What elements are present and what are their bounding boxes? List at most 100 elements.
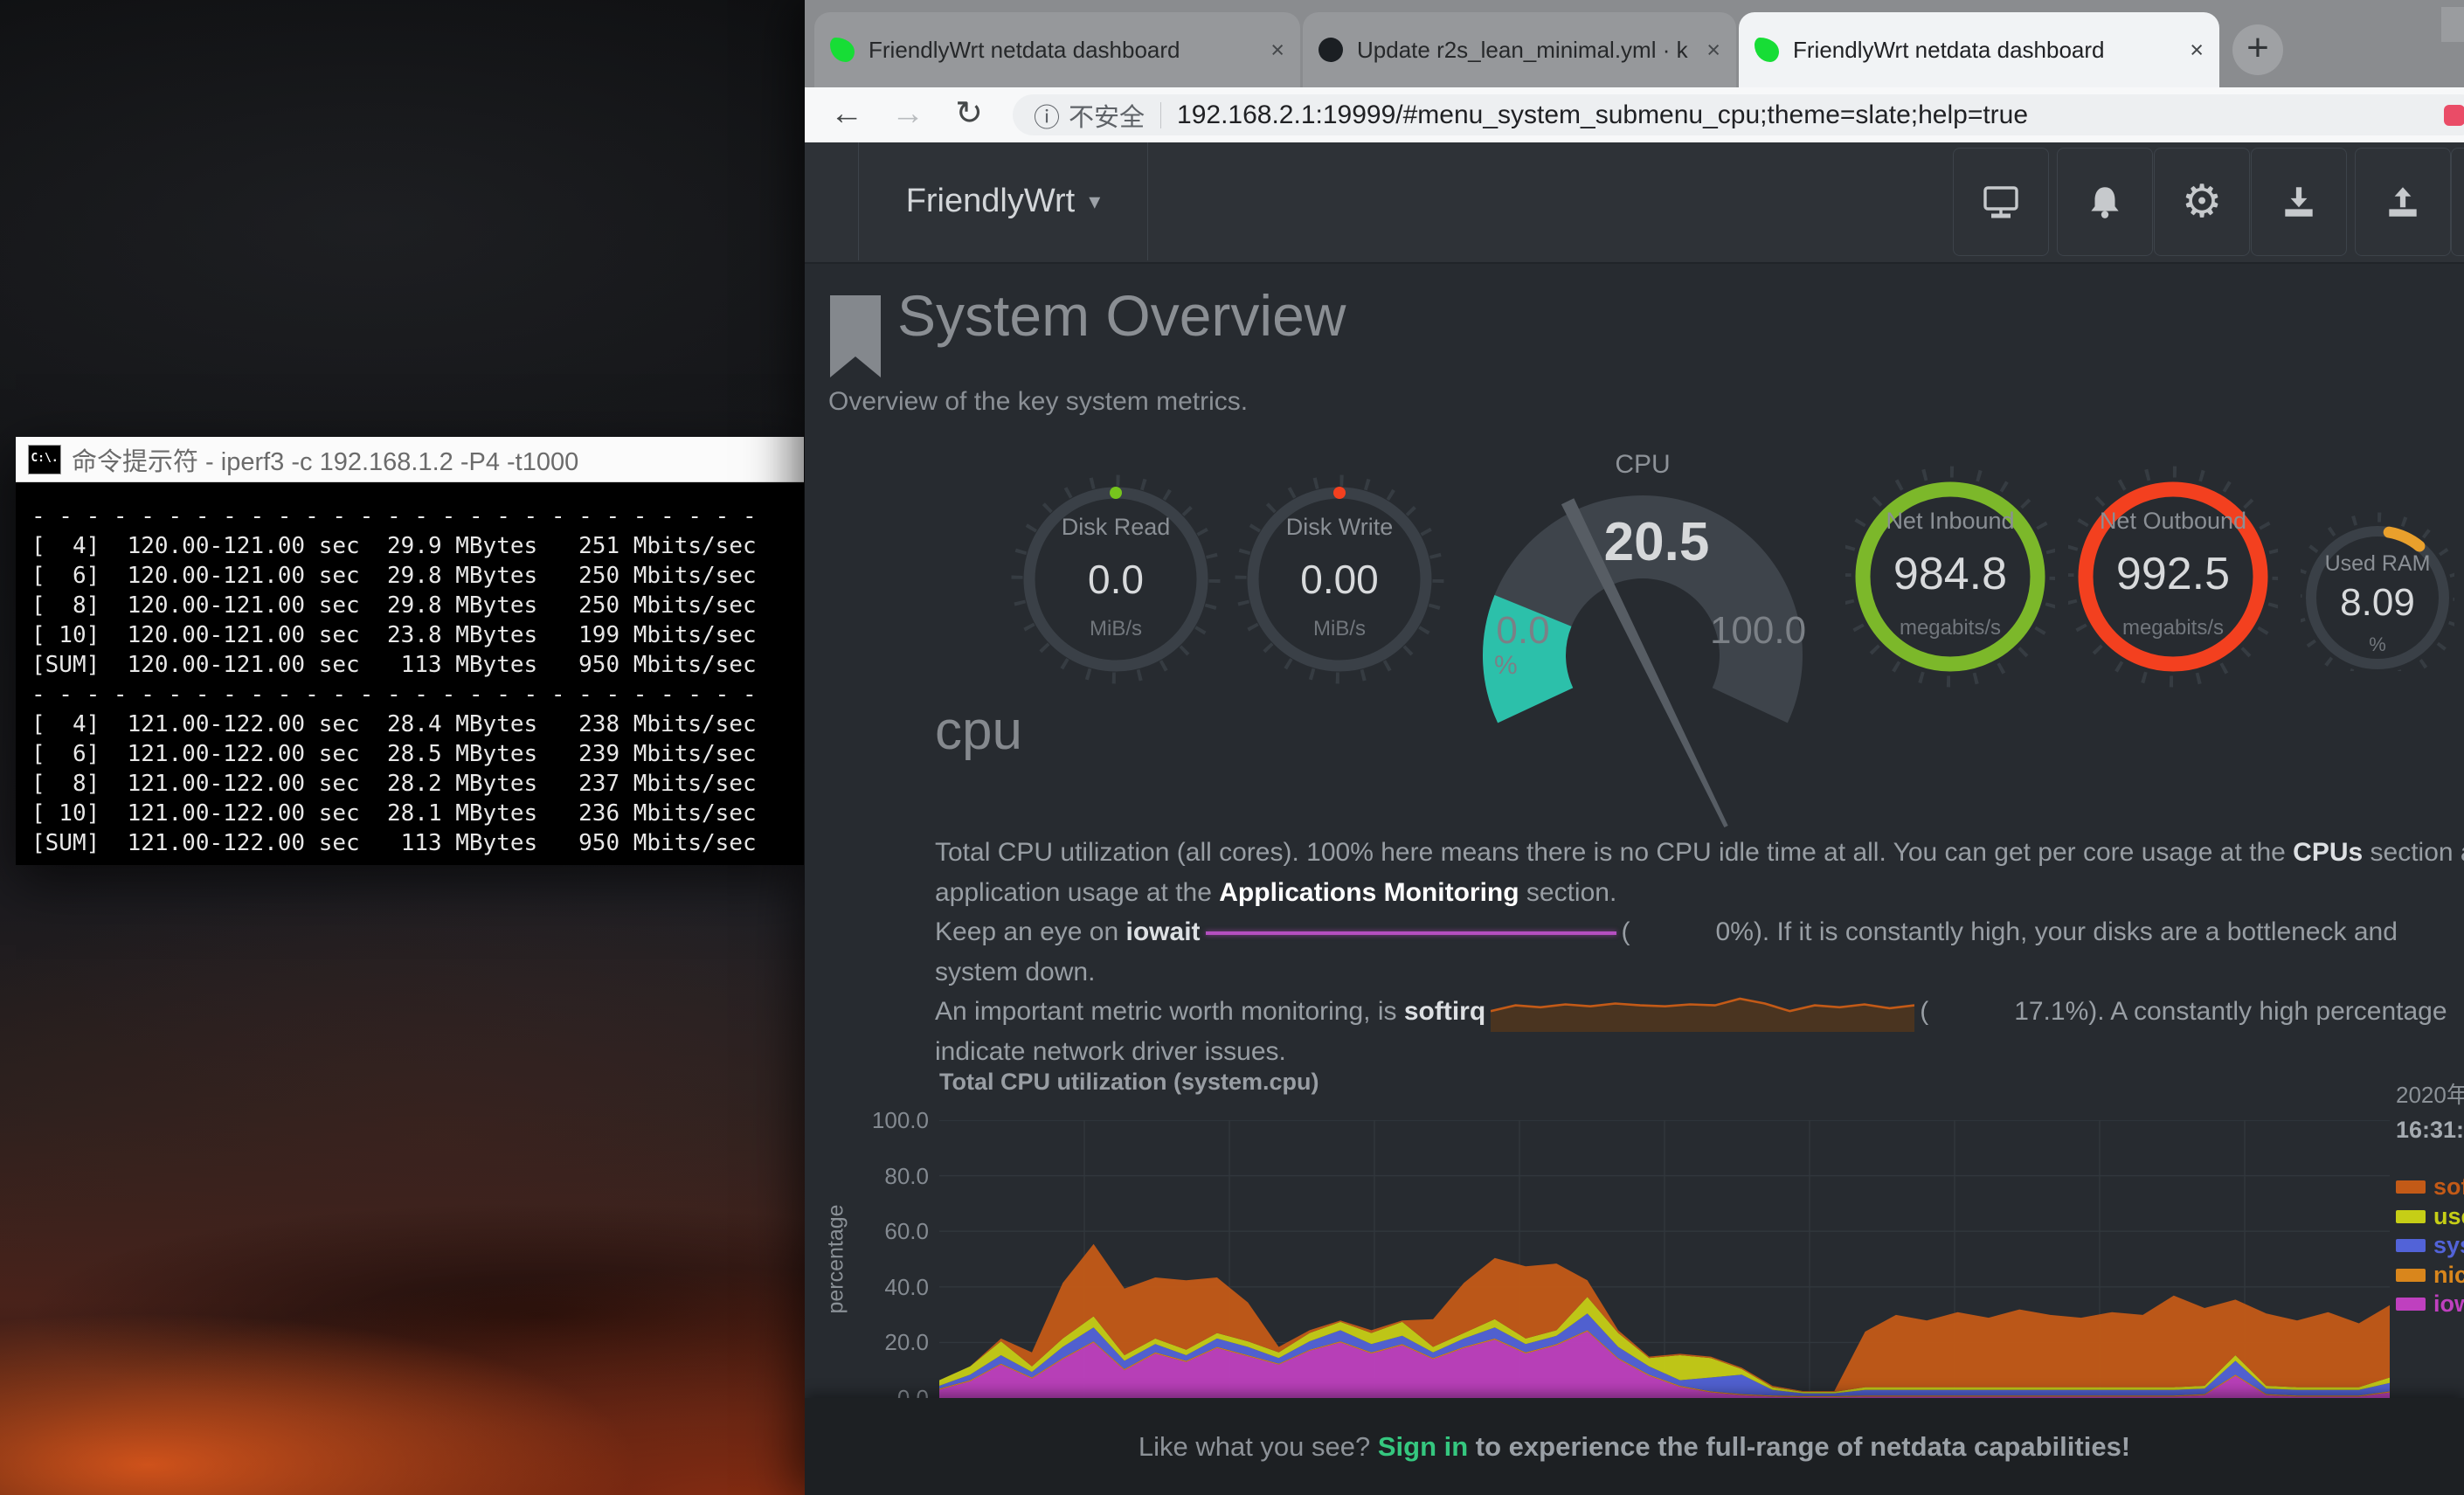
netdata-navbar: FriendlyWrt ▾ ⚙ — [805, 142, 2464, 264]
description-line: indicate network driver issues. — [935, 1032, 2464, 1072]
tab-strip: FriendlyWrt netdata dashboard×Update r2s… — [805, 0, 2464, 87]
gauge-value: 992.5 — [2068, 548, 2278, 600]
gauge-disk-read: Disk Read 0.0 MiB/s — [1011, 470, 1221, 689]
forward-button[interactable]: → — [885, 91, 931, 136]
gauge-cpu: CPU 20.5 0.0 100.0 % — [1459, 448, 1826, 702]
terminal-line: - - - - - - - - - - - - - - - - - - - - … — [31, 680, 788, 709]
chart-legend: 2020年3 16:31:2 softirqusersystemniceiowa… — [2396, 1077, 2464, 1144]
chart-title: Total CPU utilization (system.cpu) — [939, 1069, 1319, 1096]
settings-button[interactable]: ⚙ — [2154, 148, 2250, 256]
cpu-description: Total CPU utilization (all cores). 100% … — [935, 833, 2464, 1072]
info-icon[interactable]: ⓘ — [1034, 96, 1060, 135]
tab-label: FriendlyWrt netdata dashboard — [1793, 37, 2177, 64]
gauge-label: Net Outbound — [2068, 508, 2278, 535]
gauge-disk-write: Disk Write 0.00 MiB/s — [1235, 470, 1444, 689]
page-title: System Overview — [897, 282, 1346, 349]
gauge-value: 0.00 — [1235, 556, 1444, 603]
tab-label: FriendlyWrt netdata dashboard — [869, 37, 1258, 64]
gauge-label: Disk Read — [1011, 514, 1221, 541]
terminal-line: [SUM] 121.00-122.00 sec 113 MBytes 950 M… — [31, 828, 788, 858]
tab-label: Update r2s_lean_minimal.yml · k — [1357, 37, 1694, 64]
gauge-value: 8.09 — [2301, 581, 2454, 625]
signin-bar: Like what you see? Sign in to experience… — [805, 1398, 2464, 1495]
alarms-button[interactable] — [2057, 148, 2153, 256]
terminal-title: 命令提示符 - iperf3 -c 192.168.1.2 -P4 -t1000 — [72, 441, 578, 478]
url-text[interactable]: 192.168.2.1:19999/#menu_system_submenu_c… — [1177, 100, 2028, 130]
netdata-favicon-icon — [830, 38, 855, 62]
legend-item-nice[interactable]: nice — [2396, 1262, 2464, 1289]
terminal-line: [SUM] 120.00-121.00 sec 113 MBytes 950 M… — [31, 650, 788, 680]
terminal-line: [ 10] 121.00-122.00 sec 28.1 MBytes 236 … — [31, 799, 788, 828]
tab-close-icon[interactable]: × — [1706, 37, 1720, 64]
legend-item-system[interactable]: system — [2396, 1232, 2464, 1259]
legend-label: softirq — [2433, 1173, 2464, 1201]
gauge-net-inbound: Net Inbound 984.8 megabits/s — [1845, 457, 2055, 693]
gauge-net-outbound: Net Outbound 992.5 megabits/s — [2068, 457, 2278, 693]
terminal-line: [ 4] 121.00-122.00 sec 28.4 MBytes 238 M… — [31, 709, 788, 739]
help-button[interactable] — [2451, 148, 2464, 256]
terminal-line: [ 8] 120.00-121.00 sec 29.8 MBytes 250 M… — [31, 591, 788, 620]
cpu-utilization-chart[interactable] — [939, 1120, 2390, 1398]
tab-1[interactable]: FriendlyWrt netdata dashboard × — [814, 12, 1300, 87]
new-tab-button[interactable]: + — [2232, 24, 2283, 75]
legend-swatch — [2396, 1298, 2426, 1311]
browser-toolbar: ← → ↻ ⓘ 不安全 192.168.2.1:19999/#menu_syst… — [805, 87, 2464, 143]
gauge-unit: MiB/s — [1011, 617, 1221, 641]
export-button[interactable] — [2355, 148, 2451, 256]
terminal-output: - - - - - - - - - - - - - - - - - - - - … — [16, 482, 804, 865]
signin-text: Like what you see? Sign in to experience… — [1139, 1431, 2130, 1463]
description-line: Keep an eye on iowait(0%). If it is cons… — [935, 912, 2464, 952]
host-dropdown[interactable]: FriendlyWrt ▾ — [858, 142, 1148, 260]
monitor-button[interactable] — [1953, 148, 2049, 256]
sign-in-link[interactable]: Sign in — [1378, 1431, 1468, 1462]
terminal-window: C:\. 命令提示符 - iperf3 -c 192.168.1.2 -P4 -… — [16, 437, 804, 865]
terminal-titlebar[interactable]: C:\. 命令提示符 - iperf3 -c 192.168.1.2 -P4 -… — [16, 437, 804, 482]
description-line: An important metric worth monitoring, is… — [935, 992, 2464, 1032]
legend-item-iowait[interactable]: iowait — [2396, 1291, 2464, 1318]
legend-label: iowait — [2433, 1291, 2464, 1318]
gauge-label: Used RAM — [2301, 551, 2454, 577]
gear-icon: ⚙ — [2182, 176, 2223, 228]
legend-label: user — [2433, 1203, 2464, 1230]
legend-item-softirq[interactable]: softirq — [2396, 1173, 2464, 1201]
description-line: Total CPU utilization (all cores). 100% … — [935, 833, 2464, 873]
ytick-label: 40.0 — [855, 1274, 929, 1301]
gauge-unit: % — [2301, 633, 2454, 656]
applications-monitoring-link[interactable]: Applications Monitoring — [1219, 878, 1519, 907]
gauge-unit: MiB/s — [1235, 617, 1444, 641]
ytick-label: 80.0 — [855, 1163, 929, 1190]
gauge-label: Disk Write — [1235, 514, 1444, 541]
gauge-value: 20.5 — [1473, 511, 1840, 573]
gauge-min: 0.0 — [1475, 609, 1571, 653]
host-name: FriendlyWrt — [906, 183, 1076, 220]
gauge-max: 100.0 — [1697, 609, 1819, 653]
window-controls[interactable] — [2441, 7, 2464, 42]
security-label[interactable]: 不安全 — [1069, 97, 1145, 134]
description-line: system down. — [935, 952, 2464, 993]
github-favicon-icon — [1319, 38, 1343, 62]
gauge-unit: % — [1494, 651, 1518, 681]
ytick-label: 100.0 — [855, 1107, 929, 1134]
reload-button[interactable]: ↻ — [946, 91, 992, 136]
legend-label: system — [2433, 1232, 2464, 1259]
tab-close-icon[interactable]: × — [2190, 37, 2204, 64]
gauge-used-ram: Used RAM 8.09 % — [2301, 492, 2454, 671]
address-bar[interactable]: ⓘ 不安全 192.168.2.1:19999/#menu_system_sub… — [1013, 94, 2464, 135]
iowait-sparkline — [1206, 931, 1616, 935]
gauge-value: 0.0 — [1011, 556, 1221, 603]
chevron-down-icon: ▾ — [1089, 188, 1100, 215]
extension-icon[interactable] — [2444, 105, 2464, 126]
tab-2[interactable]: Update r2s_lean_minimal.yml · k × — [1303, 12, 1736, 87]
gauge-label: Net Inbound — [1845, 508, 2055, 535]
cpus-link[interactable]: CPUs — [2293, 838, 2363, 867]
back-button[interactable]: ← — [824, 91, 869, 136]
legend-item-user[interactable]: user — [2396, 1203, 2464, 1230]
tab-close-icon[interactable]: × — [1270, 37, 1284, 64]
browser-window: FriendlyWrt netdata dashboard×Update r2s… — [805, 0, 2464, 1495]
chart-timestamp-date: 2020年3 — [2396, 1077, 2464, 1110]
import-button[interactable] — [2251, 148, 2347, 256]
terminal-line: [ 6] 120.00-121.00 sec 29.8 MBytes 250 M… — [31, 561, 788, 591]
tab-3[interactable]: FriendlyWrt netdata dashboard × — [1739, 12, 2219, 87]
ytick-label: 60.0 — [855, 1218, 929, 1245]
gauge-unit: megabits/s — [1845, 616, 2055, 640]
